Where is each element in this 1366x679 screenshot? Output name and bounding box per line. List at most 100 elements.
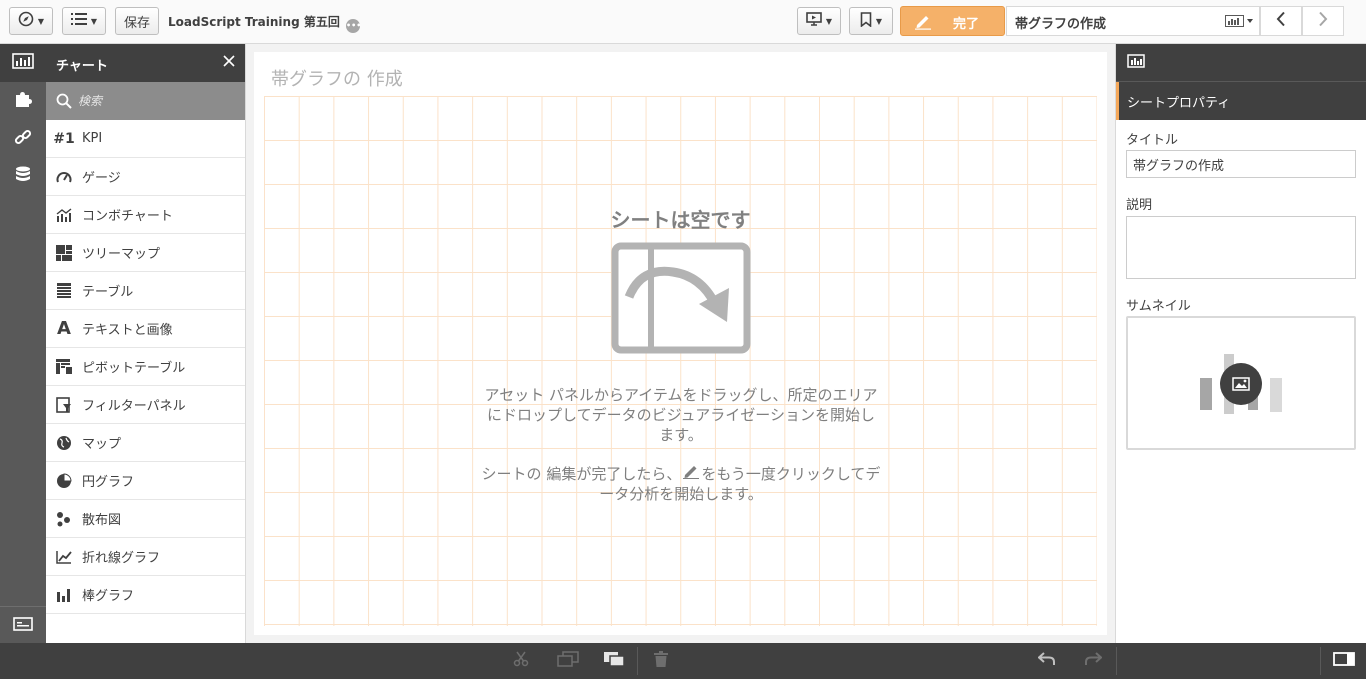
description-field[interactable] — [1126, 216, 1356, 279]
search-input[interactable] — [78, 90, 238, 112]
close-icon[interactable] — [223, 55, 235, 71]
pivot-table-icon — [46, 358, 82, 375]
current-sheet-name: 帯グラフの作成 — [1015, 17, 1107, 32]
sheet-canvas-area: 帯グラフの 作成 シートは空です アセット パネルからアイテムをドラッグし、所定… — [246, 44, 1115, 643]
asset-item-label: コンボチャート — [82, 209, 173, 224]
done-editing-button[interactable]: 完了 — [900, 6, 1005, 36]
save-button[interactable]: 保存 — [115, 7, 159, 35]
empty-sheet-instructions: アセット パネルからアイテムをドラッグし、所定のエリアにドロップしてデータのビジ… — [484, 386, 878, 444]
sheet-thumbnail-icon — [1225, 15, 1255, 31]
drag-drop-illustration-icon — [611, 242, 751, 358]
treemap-icon — [46, 244, 82, 261]
redo-button[interactable] — [1070, 643, 1116, 679]
master-items-tab[interactable] — [0, 120, 46, 158]
assets-panel: チャート #1 KPI ゲージ コンボチャート ツリーマップ テーブル A テキ… — [46, 44, 246, 643]
link-icon — [14, 128, 32, 150]
asset-item-label: マップ — [82, 437, 122, 452]
table-icon — [46, 282, 82, 299]
hint-text-start: シートの 編集が完了したら、 — [481, 465, 682, 483]
assets-panel-header: チャート — [46, 44, 245, 82]
previous-sheet-button[interactable] — [1260, 6, 1302, 36]
chevron-left-icon — [1276, 11, 1286, 31]
combo-chart-icon — [46, 207, 82, 222]
asset-item-combo-chart[interactable]: コンボチャート — [46, 196, 245, 234]
asset-item-kpi[interactable]: #1 KPI — [46, 120, 245, 158]
sheet-properties-icon[interactable] — [1127, 54, 1145, 74]
assets-search-bar — [46, 82, 245, 120]
cut-button[interactable] — [498, 643, 544, 679]
custom-objects-tab[interactable] — [0, 82, 46, 120]
copy-button[interactable] — [545, 643, 591, 679]
done-label: 完了 — [953, 17, 980, 32]
empty-sheet-title: シートは空です — [610, 208, 751, 232]
asset-item-scatter-plot[interactable]: 散布図 — [46, 500, 245, 538]
pie-chart-icon — [46, 472, 82, 489]
asset-item-map[interactable]: マップ — [46, 424, 245, 462]
gauge-icon — [46, 170, 82, 184]
drop-grid[interactable] — [264, 96, 1097, 626]
scissors-icon — [513, 651, 529, 671]
chevron-down-icon: ▼ — [37, 16, 45, 26]
properties-panel-header: シートプロパティ — [1116, 82, 1366, 120]
app-title-text: LoadScript Training 第五回 — [168, 15, 340, 29]
panel-icon — [1333, 652, 1355, 670]
copy-icon — [557, 651, 579, 671]
title-field[interactable] — [1126, 150, 1356, 178]
bottom-panel-toggle[interactable] — [0, 606, 46, 644]
sheet-selector[interactable]: 帯グラフの作成 — [1006, 6, 1260, 36]
compass-icon — [18, 11, 34, 31]
navigation-menu-button[interactable]: ▼ — [9, 7, 53, 35]
delete-button[interactable] — [638, 643, 684, 679]
text-image-icon: A — [57, 318, 71, 339]
bar-chart-icon — [12, 53, 34, 73]
properties-panel-top — [1116, 44, 1366, 82]
asset-item-label: 折れ線グラフ — [82, 551, 161, 566]
asset-category-bar — [0, 44, 46, 643]
chart-list: #1 KPI ゲージ コンボチャート ツリーマップ テーブル A テキストと画像… — [46, 120, 245, 614]
title-label: タイトル — [1126, 133, 1179, 148]
thumbnail-box[interactable] — [1126, 316, 1356, 450]
asset-item-line-chart[interactable]: 折れ線グラフ — [46, 538, 245, 576]
asset-item-bar-chart[interactable]: 棒グラフ — [46, 576, 245, 614]
thumbnail-label: サムネイル — [1126, 299, 1191, 314]
top-toolbar: ▼ ▼ 保存 LoadScript Training 第五回 ••• ▼ ▼ 完… — [0, 0, 1366, 44]
asset-item-gauge[interactable]: ゲージ — [46, 158, 245, 196]
bar-chart-icon — [46, 588, 82, 602]
asset-item-pivot-table[interactable]: ピボットテーブル — [46, 348, 245, 386]
asset-item-pie-chart[interactable]: 円グラフ — [46, 462, 245, 500]
toggle-properties-panel-button[interactable] — [1321, 643, 1366, 679]
pencil-icon — [681, 465, 701, 483]
asset-item-label: テキストと画像 — [82, 323, 173, 338]
trash-icon — [654, 651, 668, 671]
charts-tab[interactable] — [0, 44, 46, 82]
asset-item-label: テーブル — [82, 285, 134, 300]
app-info-icon[interactable]: ••• — [346, 19, 361, 33]
assets-panel-title: チャート — [56, 59, 108, 74]
paste-button[interactable] — [591, 643, 637, 679]
asset-item-label: ピボットテーブル — [82, 361, 186, 376]
asset-item-treemap[interactable]: ツリーマップ — [46, 234, 245, 272]
bookmark-button[interactable]: ▼ — [849, 7, 893, 35]
asset-item-text-image[interactable]: A テキストと画像 — [46, 310, 245, 348]
next-sheet-button[interactable] — [1302, 6, 1344, 36]
app-title: LoadScript Training 第五回 ••• — [168, 13, 361, 33]
global-menu-button[interactable]: ▼ — [62, 7, 106, 35]
story-mode-button[interactable]: ▼ — [797, 7, 841, 35]
undo-button[interactable] — [1024, 643, 1070, 679]
filter-pane-icon — [46, 396, 82, 413]
sheet-title[interactable]: 帯グラフの 作成 — [271, 65, 403, 91]
sheet-canvas: 帯グラフの 作成 シートは空です アセット パネルからアイテムをドラッグし、所定… — [254, 52, 1107, 635]
search-icon — [56, 93, 72, 113]
chevron-down-icon: ▼ — [825, 16, 833, 26]
asset-item-filter-pane[interactable]: フィルターパネル — [46, 386, 245, 424]
chevron-right-icon — [1318, 11, 1328, 31]
asset-item-label: 散布図 — [82, 513, 122, 528]
list-icon — [70, 13, 87, 29]
presentation-icon — [806, 12, 822, 30]
image-icon[interactable] — [1220, 363, 1262, 405]
empty-sheet-hint: シートの 編集が完了したら、 をもう一度クリックしてデータ分析を開始します。 — [481, 463, 881, 504]
asset-item-table[interactable]: テーブル — [46, 272, 245, 310]
line-chart-icon — [46, 550, 82, 564]
fields-tab[interactable] — [0, 158, 46, 196]
asset-item-label: ツリーマップ — [82, 247, 161, 262]
